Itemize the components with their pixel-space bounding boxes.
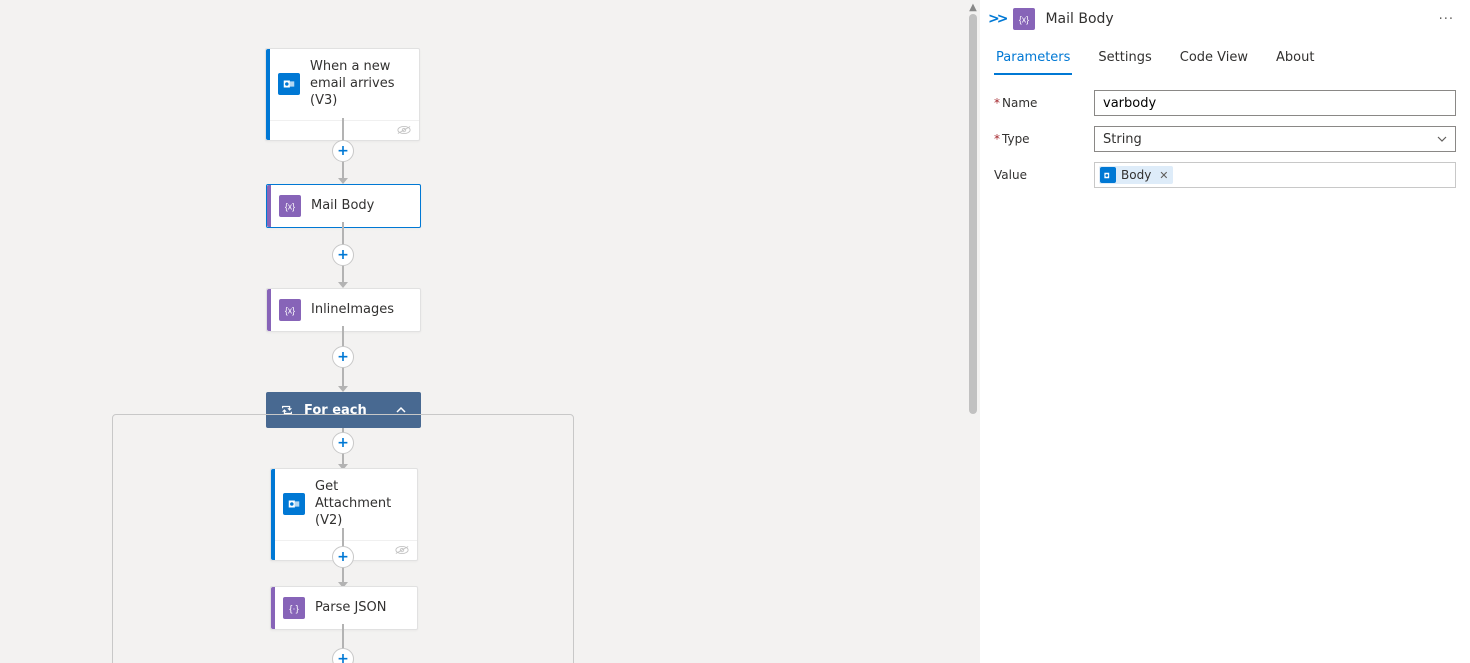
outlook-icon xyxy=(283,493,305,515)
tab-settings[interactable]: Settings xyxy=(1096,42,1153,75)
add-action-button[interactable]: + xyxy=(332,546,354,568)
outlook-icon xyxy=(1100,167,1116,183)
token-label: Body xyxy=(1121,168,1151,182)
add-action-button[interactable]: + xyxy=(332,140,354,162)
card-accent xyxy=(267,289,271,331)
add-action-button[interactable]: + xyxy=(332,346,354,368)
json-icon: {·} xyxy=(283,597,305,619)
panel-header: >> {x} Mail Body ··· xyxy=(980,0,1470,38)
value-label: Value xyxy=(994,168,1094,182)
type-select[interactable]: String xyxy=(1094,126,1456,152)
tab-code-view[interactable]: Code View xyxy=(1178,42,1250,75)
card-accent xyxy=(266,49,270,140)
name-label: *Name xyxy=(994,96,1094,110)
variable-icon: {x} xyxy=(279,195,301,217)
parameters-form: *Name *Type String Value Body ✕ xyxy=(980,76,1470,198)
card-label: InlineImages xyxy=(311,302,394,319)
dynamic-content-token-body[interactable]: Body ✕ xyxy=(1099,166,1173,184)
card-label: When a new email arrives (V3) xyxy=(310,59,409,110)
card-label: Get Attachment (V2) xyxy=(315,479,407,530)
card-label: Mail Body xyxy=(311,198,374,215)
card-accent xyxy=(271,469,275,560)
tab-parameters[interactable]: Parameters xyxy=(994,42,1072,75)
variable-icon: {x} xyxy=(1013,8,1035,30)
variable-icon: {x} xyxy=(279,299,301,321)
svg-text:{x}: {x} xyxy=(1019,15,1029,25)
svg-text:{x}: {x} xyxy=(285,306,295,316)
svg-text:{·}: {·} xyxy=(289,604,299,615)
connection-icon xyxy=(397,125,411,135)
action-card-parse-json[interactable]: {·} Parse JSON xyxy=(270,586,418,630)
scroll-up-icon[interactable]: ▲ xyxy=(966,0,980,14)
token-remove-icon[interactable]: ✕ xyxy=(1159,169,1168,182)
add-action-button[interactable]: + xyxy=(332,648,354,663)
tab-about[interactable]: About xyxy=(1274,42,1316,75)
chevron-down-icon xyxy=(1437,134,1447,144)
type-label: *Type xyxy=(994,132,1094,146)
collapse-panel-icon[interactable]: >> xyxy=(988,11,1005,27)
add-action-button[interactable]: + xyxy=(332,432,354,454)
outlook-icon xyxy=(278,73,300,95)
name-input[interactable] xyxy=(1094,90,1456,116)
panel-tabs: Parameters Settings Code View About xyxy=(980,42,1470,76)
flow-canvas[interactable]: When a new email arrives (V3) + {x} Mail… xyxy=(0,0,980,663)
more-options-icon[interactable]: ··· xyxy=(1435,12,1458,27)
card-accent xyxy=(271,587,275,629)
panel-title: Mail Body xyxy=(1045,11,1113,27)
add-action-button[interactable]: + xyxy=(332,244,354,266)
scroll-thumb[interactable] xyxy=(969,14,977,414)
value-input[interactable]: Body ✕ xyxy=(1094,162,1456,188)
card-label: Parse JSON xyxy=(315,600,387,617)
scrollbar[interactable]: ▲ xyxy=(966,0,980,663)
svg-text:{x}: {x} xyxy=(285,202,295,212)
properties-panel: >> {x} Mail Body ··· Parameters Settings… xyxy=(980,0,1470,663)
connection-icon xyxy=(395,545,409,555)
card-accent xyxy=(267,185,271,227)
type-select-value: String xyxy=(1103,132,1437,147)
